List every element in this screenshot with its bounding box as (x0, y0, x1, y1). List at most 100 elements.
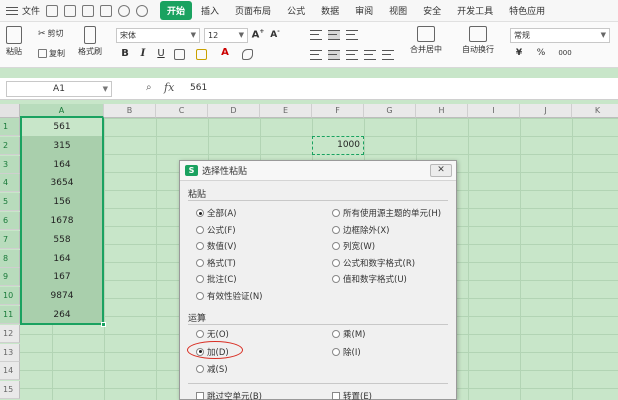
operation-option-1[interactable]: 无(O) (196, 328, 229, 340)
cell-a1[interactable]: 561 (22, 118, 102, 136)
column-header-c[interactable]: C (156, 104, 208, 118)
paste-right-option-5[interactable]: 值和数字格式(U) (332, 273, 407, 285)
radio-button[interactable] (196, 292, 204, 300)
paste-right-option-1[interactable]: 所有使用源主题的单元(H) (332, 207, 441, 219)
radio-button[interactable] (196, 242, 204, 251)
paste-right-option-2[interactable]: 边框除外(X) (332, 224, 389, 236)
save-icon[interactable] (46, 4, 59, 17)
tab-formulas[interactable]: 公式 (280, 1, 312, 20)
wrap-text-button[interactable]: 自动换行 (462, 26, 494, 55)
distribute-icon[interactable] (382, 50, 394, 60)
tab-home[interactable]: 开始 (160, 1, 193, 20)
row-header-11[interactable]: 11 (0, 306, 20, 324)
cell-a3[interactable]: 164 (20, 156, 104, 174)
paste-option-4[interactable]: 格式(T) (196, 257, 236, 269)
row-header-10[interactable]: 10 (0, 287, 20, 306)
operation-right-option-2[interactable]: 除(I) (332, 346, 361, 358)
radio-button[interactable] (332, 347, 340, 356)
row-header-5[interactable]: 5 (0, 193, 20, 212)
radio-button[interactable] (196, 365, 204, 373)
align-bottom-icon[interactable] (346, 30, 358, 40)
cell-a7[interactable]: 558 (20, 231, 104, 249)
column-header-b[interactable]: B (104, 104, 156, 118)
tab-security[interactable]: 安全 (416, 1, 448, 20)
paste-option-6[interactable]: 有效性验证(N) (196, 290, 263, 302)
decrease-font-button[interactable]: A- (268, 28, 282, 40)
row-header-8[interactable]: 8 (0, 249, 20, 268)
file-menu[interactable]: 文件 (22, 4, 40, 17)
column-header-k[interactable]: K (572, 104, 618, 118)
column-header-d[interactable]: D (208, 104, 260, 118)
tab-data[interactable]: 数据 (314, 1, 346, 20)
row-header-9[interactable]: 9 (0, 268, 20, 287)
skip-blanks-checkbox[interactable]: 跳过空单元(B) (196, 390, 262, 400)
tab-review[interactable]: 审阅 (348, 1, 380, 20)
close-button[interactable]: ✕ (430, 164, 452, 177)
row-header-3[interactable]: 3 (0, 155, 20, 174)
hamburger-menu-icon[interactable] (6, 6, 18, 15)
row-header-12[interactable]: 12 (0, 324, 20, 343)
transpose-checkbox[interactable]: 转置(E) (332, 390, 372, 400)
row-header-6[interactable]: 6 (0, 212, 20, 230)
column-header-g[interactable]: G (364, 104, 416, 118)
operation-right-option-1[interactable]: 乘(M) (332, 328, 365, 340)
print-preview-icon[interactable] (82, 4, 95, 17)
column-header-f[interactable]: F (312, 104, 364, 118)
zoom-search-icon[interactable]: ⌕ (146, 82, 152, 93)
underline-button[interactable]: U (154, 48, 168, 59)
radio-button[interactable] (196, 225, 204, 234)
number-format-select[interactable]: 常规 ▼ (510, 28, 610, 43)
row-header-2[interactable]: 2 (0, 136, 20, 155)
radio-button[interactable] (332, 242, 340, 251)
thousands-separator-button[interactable]: 000 (556, 49, 574, 57)
redo-icon[interactable] (136, 4, 149, 17)
operation-option-3[interactable]: 减(S) (196, 363, 228, 375)
row-header-15[interactable]: 15 (0, 381, 20, 400)
paste-button[interactable]: 粘贴 (6, 26, 22, 57)
cell-a9[interactable]: 167 (20, 268, 104, 286)
currency-icon[interactable]: ¥ (512, 48, 526, 58)
undo-icon[interactable] (118, 4, 131, 17)
percent-button[interactable]: % (534, 48, 548, 58)
align-right-icon[interactable] (346, 50, 358, 60)
tab-insert[interactable]: 插入 (194, 1, 226, 20)
select-all-corner[interactable] (0, 104, 20, 118)
radio-button[interactable] (332, 225, 340, 234)
cell-a10[interactable]: 9874 (20, 287, 104, 305)
column-header-e[interactable]: E (260, 104, 312, 118)
row-header-7[interactable]: 7 (0, 230, 20, 249)
radio-button[interactable] (196, 330, 204, 338)
copied-cell-f2[interactable]: 1000 (312, 136, 364, 155)
cell-a4[interactable]: 3654 (20, 174, 104, 192)
radio-button[interactable] (196, 209, 204, 217)
font-size-select[interactable]: 12 ▼ (204, 28, 248, 43)
column-header-a[interactable]: A (20, 104, 104, 118)
align-top-icon[interactable] (310, 30, 322, 40)
formula-input[interactable]: 561 (190, 83, 207, 93)
font-name-select[interactable]: 宋体 ▼ (116, 28, 200, 43)
row-header-1[interactable]: 1 (0, 118, 20, 136)
dialog-title-bar[interactable]: S 选择性粘贴 ✕ (180, 161, 456, 181)
row-header-14[interactable]: 14 (0, 362, 20, 381)
font-color-icon[interactable]: A (218, 47, 232, 58)
paste-option-5[interactable]: 批注(C) (196, 273, 237, 285)
cell-a5[interactable]: 156 (20, 193, 104, 211)
justify-icon[interactable] (364, 50, 376, 60)
column-header-i[interactable]: I (468, 104, 520, 118)
row-header-13[interactable]: 13 (0, 343, 20, 362)
copy-button[interactable]: 复制 (38, 48, 65, 59)
function-fx-icon[interactable]: fx (164, 81, 174, 94)
align-left-icon[interactable] (310, 50, 322, 60)
cut-button[interactable]: ✂ 剪切 (38, 28, 64, 39)
paste-option-3[interactable]: 数值(V) (196, 240, 236, 252)
cell-a8[interactable]: 164 (20, 250, 104, 268)
tab-special-apps[interactable]: 特色应用 (502, 1, 552, 20)
paste-option-2[interactable]: 公式(F) (196, 224, 236, 236)
eraser-icon[interactable] (242, 49, 253, 60)
column-header-h[interactable]: H (416, 104, 468, 118)
increase-font-button[interactable]: A+ (251, 28, 265, 40)
radio-button[interactable] (332, 258, 340, 267)
tab-developer[interactable]: 开发工具 (450, 1, 500, 20)
cell-a6[interactable]: 1678 (20, 212, 104, 230)
radio-button[interactable] (196, 275, 204, 284)
